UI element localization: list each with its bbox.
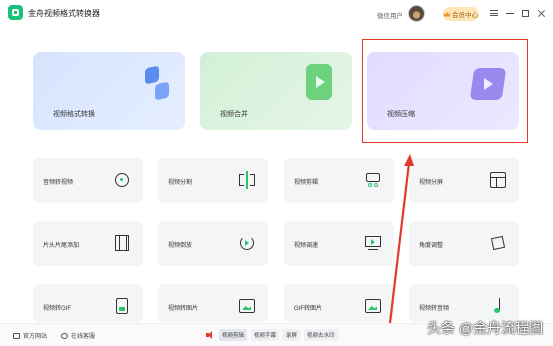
tool-label: 视频调速	[294, 243, 319, 249]
convert-icon	[141, 65, 173, 103]
angle-icon	[489, 234, 507, 252]
maximize-icon	[521, 9, 529, 17]
maximize-button[interactable]	[519, 7, 531, 19]
tool-video-split[interactable]: 视频分割	[158, 158, 268, 203]
split-icon	[238, 171, 256, 189]
image-icon	[238, 297, 256, 315]
avatar[interactable]	[408, 5, 425, 22]
online-support-label: 在线客服	[71, 334, 96, 340]
tool-video-split-screen[interactable]: 视频分屏	[409, 158, 519, 203]
app-logo-icon	[8, 5, 23, 20]
tool-label: 视频转GIF	[43, 306, 71, 312]
tool-video-to-image[interactable]: 视频转图片	[158, 284, 268, 322]
close-button[interactable]	[535, 7, 547, 19]
speaker-icon	[205, 330, 215, 340]
music-disc-icon	[113, 171, 131, 189]
headset-icon	[61, 332, 68, 339]
card-label: 视频合并	[220, 111, 248, 118]
monitor-icon	[13, 332, 20, 339]
official-website-link[interactable]: 官方网站	[13, 331, 47, 340]
highlight-box	[362, 39, 528, 143]
online-support-link[interactable]: 在线客服	[61, 331, 95, 340]
tool-audio-to-video[interactable]: 音频转视频	[33, 158, 143, 203]
merge-icon	[306, 64, 338, 104]
tool-label: 音频转视频	[43, 180, 74, 186]
tool-angle-adjust[interactable]: 角度调整	[409, 221, 519, 266]
promo-screen-record[interactable]: 录屏	[283, 329, 301, 341]
member-center-label: 会员中心	[452, 12, 478, 19]
member-center-button[interactable]: 会员中心	[443, 7, 479, 21]
card-label: 视频格式转换	[53, 111, 95, 118]
tool-video-edit[interactable]: 视频剪辑	[284, 158, 394, 203]
tool-label: 视频分屏	[419, 180, 444, 186]
app-title: 金舟视频格式转换器	[28, 9, 100, 18]
user-name[interactable]: 微信用户	[377, 10, 403, 20]
card-video-format-convert[interactable]: 视频格式转换	[33, 52, 185, 130]
tool-intro-outro[interactable]: 片头片尾添加	[33, 221, 143, 266]
tool-label: 视频分割	[168, 180, 193, 186]
rotate-icon	[238, 234, 256, 252]
menu-button[interactable]	[488, 7, 500, 19]
grid-icon	[489, 171, 507, 189]
tool-label: 视频转音频	[419, 306, 450, 312]
tool-video-to-audio[interactable]: 视频转音频	[409, 284, 519, 322]
hamburger-icon	[490, 10, 498, 16]
tool-video-speed[interactable]: 视频调速	[284, 221, 394, 266]
tool-label: 视频剪辑	[294, 180, 319, 186]
footer-promo-links: 视频剪辑 视频字幕 录屏 视频去水印	[205, 326, 351, 344]
tool-label: 视频转图片	[168, 306, 199, 312]
card-video-merge[interactable]: 视频合并	[200, 52, 352, 130]
tool-label: GIF转图片	[294, 306, 322, 312]
close-icon	[537, 9, 546, 18]
tool-label: 角度调整	[419, 243, 444, 249]
official-website-label: 官方网站	[23, 334, 48, 340]
image-icon	[364, 297, 382, 315]
tool-label: 视频倒放	[168, 243, 193, 249]
film-icon	[113, 234, 131, 252]
promo-remove-watermark[interactable]: 视频去水印	[304, 329, 338, 341]
minimize-button[interactable]	[504, 7, 516, 19]
watermark: 头条 @金舟流程图	[427, 320, 544, 336]
crown-icon	[444, 11, 450, 17]
gif-doc-icon	[113, 297, 131, 315]
music-note-icon	[489, 297, 507, 315]
tool-label: 片头片尾添加	[43, 243, 80, 249]
tool-video-to-gif[interactable]: 视频转GIF	[33, 284, 143, 322]
promo-video-subtitle[interactable]: 视频字幕	[251, 329, 280, 341]
scissor-icon	[364, 171, 382, 189]
tool-gif-to-image[interactable]: GIF转图片	[284, 284, 394, 322]
tool-video-reverse[interactable]: 视频倒放	[158, 221, 268, 266]
promo-video-edit[interactable]: 视频剪辑	[219, 329, 248, 341]
title-bar: 金舟视频格式转换器 微信用户 会员中心	[0, 0, 553, 28]
minimize-icon	[506, 12, 514, 14]
monitor-play-icon	[364, 234, 382, 252]
